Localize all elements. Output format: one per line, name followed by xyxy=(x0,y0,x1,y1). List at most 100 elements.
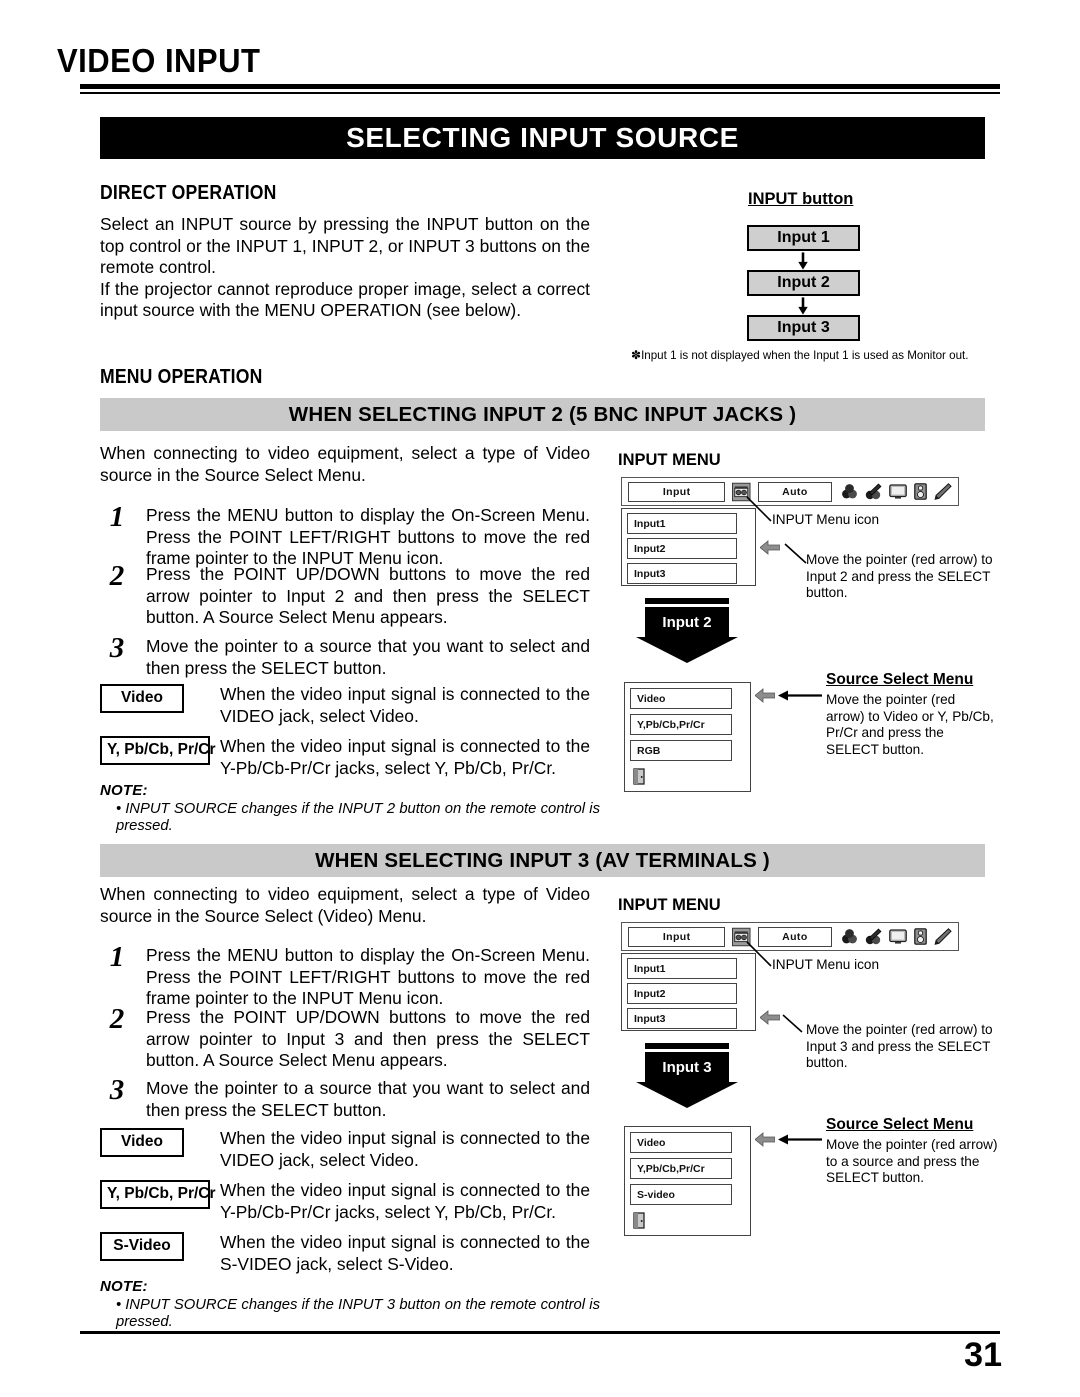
step-number: 1 xyxy=(109,501,125,533)
red-arrow-pointer-icon xyxy=(760,540,780,555)
osd-input-field[interactable]: Input xyxy=(628,481,726,502)
input2-definition-component: Y, Pb/Cb, Pr/Cr When the video input sig… xyxy=(100,736,590,779)
step-text: Move the pointer to a source that you wa… xyxy=(146,1078,590,1120)
block-arrow-body: Input 2 xyxy=(645,607,729,637)
leader-arrow-source-menu xyxy=(778,1134,822,1145)
color-adjust-icon[interactable] xyxy=(841,483,858,500)
direct-operation-paragraph-2: If the projector cannot reproduce proper… xyxy=(100,278,590,321)
input-button-footnote: ✽Input 1 is not displayed when the Input… xyxy=(631,348,991,363)
osd-list-item-input3[interactable]: Input3 xyxy=(627,1008,737,1029)
sound-icon[interactable] xyxy=(914,483,927,500)
red-arrow-pointer-icon xyxy=(755,1132,775,1147)
note-text: INPUT SOURCE changes if the INPUT 2 butt… xyxy=(116,801,600,834)
page-title: VIDEO INPUT xyxy=(57,42,261,79)
osd-input3-list-panel: Input1 Input2 Input3 xyxy=(621,953,756,1031)
osd-input3-menubar: Input Auto xyxy=(621,922,959,951)
exit-door-icon[interactable] xyxy=(633,768,647,786)
osd-list-item-input2[interactable]: Input2 xyxy=(627,538,737,559)
footer-rule xyxy=(80,1331,1000,1334)
osd-input3-source-panel: Video Y,Pb/Cb,Pr/Cr S-video xyxy=(624,1126,751,1236)
setting-pencil-icon[interactable] xyxy=(934,928,952,945)
heading-menu-operation: MENU OPERATION xyxy=(100,366,263,388)
step-number: 2 xyxy=(109,1003,125,1035)
sound-icon[interactable] xyxy=(914,928,927,945)
note-heading: NOTE: xyxy=(100,782,148,799)
block-arrow-label: Input 2 xyxy=(662,613,712,631)
input-button-diagram-label: INPUT button xyxy=(748,190,854,208)
source-item-video[interactable]: Video xyxy=(630,1132,732,1153)
definition-text: When the video input signal is connected… xyxy=(220,736,590,778)
step-number: 1 xyxy=(109,941,125,973)
block-arrow-tip xyxy=(636,637,738,663)
key-box-video: Video xyxy=(100,1128,184,1157)
step-text: Move the pointer to a source that you wa… xyxy=(146,636,590,678)
definition-text: When the video input signal is connected… xyxy=(220,1128,590,1170)
source-item-svideo[interactable]: S-video xyxy=(630,1184,732,1205)
note-text: INPUT SOURCE changes if the INPUT 3 butt… xyxy=(116,1297,600,1330)
header-rule-thick xyxy=(80,84,1000,89)
chevron-down-icon xyxy=(798,252,808,270)
block-arrow-body: Input 3 xyxy=(645,1052,729,1082)
input-3-button[interactable]: Input 3 xyxy=(747,315,860,341)
step-text: Press the MENU button to display the On-… xyxy=(146,945,590,1008)
osd-icon-row xyxy=(841,928,952,945)
osd-input2-callout-pointer: Move the pointer (red arrow) to Input 2 … xyxy=(806,552,993,600)
osd-input3-title: INPUT MENU xyxy=(618,896,721,914)
definition-text: When the video input signal is connected… xyxy=(220,684,590,726)
input3-step-3: 3 Move the pointer to a source that you … xyxy=(100,1074,590,1121)
input3-intro: When connecting to video equipment, sele… xyxy=(100,884,590,926)
osd-input2-source-panel: Video Y,Pb/Cb,Pr/Cr RGB xyxy=(624,682,751,792)
screen-icon[interactable] xyxy=(889,929,907,944)
image-adjust-icon[interactable] xyxy=(865,928,882,945)
osd-list-item-input2[interactable]: Input2 xyxy=(627,983,737,1004)
asterisk-icon: ✽ xyxy=(631,348,642,362)
page-number: 31 xyxy=(964,1336,1002,1374)
screen-icon[interactable] xyxy=(889,484,907,499)
section-banner: SELECTING INPUT SOURCE xyxy=(100,117,985,159)
osd-input3-callout-pointer: Move the pointer (red arrow) to Input 3 … xyxy=(806,1022,993,1070)
source-item-component[interactable]: Y,Pb/Cb,Pr/Cr xyxy=(630,1158,732,1179)
leader-arrow-source-menu xyxy=(778,690,822,701)
osd-list-item-input3[interactable]: Input3 xyxy=(627,563,737,584)
block-arrow-input-3: Input 3 xyxy=(636,1043,738,1108)
input-1-button[interactable]: Input 1 xyxy=(747,225,860,251)
chevron-down-icon xyxy=(798,297,808,315)
key-box-y-pb-cb-pr-cr: Y, Pb/Cb, Pr/Cr xyxy=(100,1180,216,1209)
input-button-footnote-text: Input 1 is not displayed when the Input … xyxy=(641,349,969,362)
osd-input2-source-callout: Move the pointer (red arrow) to Video or… xyxy=(826,692,994,757)
red-arrow-pointer-icon xyxy=(755,688,775,703)
input3-step-2: 2 Press the POINT UP/DOWN buttons to mov… xyxy=(100,1003,590,1072)
source-item-video[interactable]: Video xyxy=(630,688,732,709)
block-arrow-tip xyxy=(636,1082,738,1108)
input-2-button[interactable]: Input 2 xyxy=(747,270,860,296)
section-bar-input-3: WHEN SELECTING INPUT 3 (AV TERMINALS ) xyxy=(100,844,985,877)
source-item-component[interactable]: Y,Pb/Cb,Pr/Cr xyxy=(630,714,732,735)
osd-input2-callout-icon: INPUT Menu icon xyxy=(772,512,880,527)
key-box-video: Video xyxy=(100,684,184,713)
osd-list-item-input1[interactable]: Input1 xyxy=(627,958,737,979)
heading-direct-operation: DIRECT OPERATION xyxy=(100,182,277,204)
osd-input-field[interactable]: Input xyxy=(628,926,726,947)
osd-input3-source-title: Source Select Menu xyxy=(826,1116,974,1133)
setting-pencil-icon[interactable] xyxy=(934,483,952,500)
osd-list-item-input1[interactable]: Input1 xyxy=(627,513,737,534)
osd-input2-title: INPUT MENU xyxy=(618,451,721,469)
image-adjust-icon[interactable] xyxy=(865,483,882,500)
input3-note: NOTE: • INPUT SOURCE changes if the INPUT… xyxy=(100,1278,600,1331)
step-text: Press the POINT UP/DOWN buttons to move … xyxy=(146,1007,590,1070)
step-number: 2 xyxy=(109,560,125,592)
step-text: Press the POINT UP/DOWN buttons to move … xyxy=(146,564,590,627)
definition-text: When the video input signal is connected… xyxy=(220,1180,590,1222)
note-heading: NOTE: xyxy=(100,1278,148,1295)
direct-operation-paragraph-1: Select an INPUT source by pressing the I… xyxy=(100,214,590,277)
step-number: 3 xyxy=(109,632,125,664)
input3-step-1: 1 Press the MENU button to display the O… xyxy=(100,941,590,1010)
input2-note: NOTE: • INPUT SOURCE changes if the INPUT… xyxy=(100,782,600,835)
block-arrow-cap xyxy=(645,598,729,604)
source-item-rgb[interactable]: RGB xyxy=(630,740,732,761)
color-adjust-icon[interactable] xyxy=(841,928,858,945)
block-arrow-cap xyxy=(645,1043,729,1049)
osd-input3-callout-icon: INPUT Menu icon xyxy=(772,957,880,972)
exit-door-icon[interactable] xyxy=(633,1212,647,1230)
input2-step-3: 3 Move the pointer to a source that you … xyxy=(100,632,590,679)
